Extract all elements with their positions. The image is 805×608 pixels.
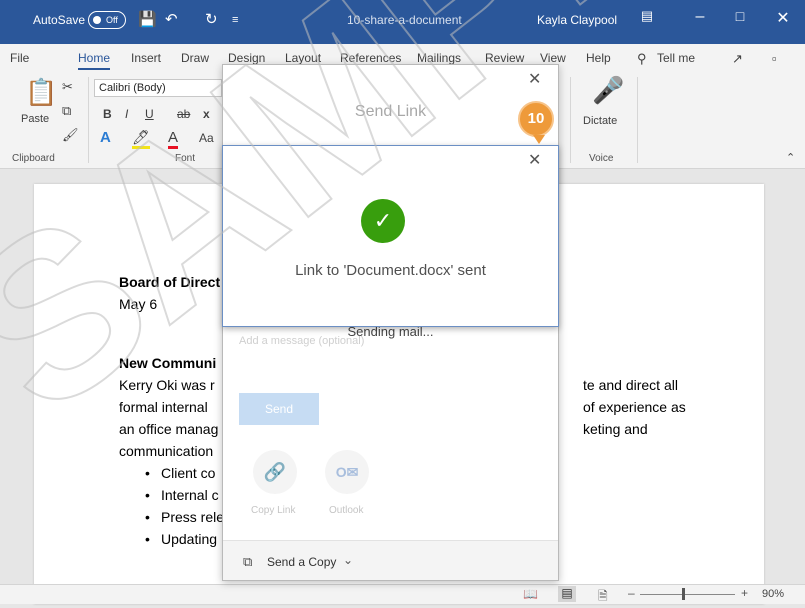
customize-qat-icon[interactable]: ≡	[232, 10, 238, 30]
close-icon[interactable]: ✕	[528, 150, 541, 170]
doc-bullet-item: Internal c	[145, 484, 218, 506]
ribbon-display-icon[interactable]: ▤	[632, 8, 662, 24]
checkmark-icon: ✓	[361, 199, 405, 243]
tab-draw[interactable]: Draw	[181, 51, 209, 65]
zoom-slider-thumb[interactable]	[682, 588, 685, 600]
minimize-button[interactable]: –	[685, 8, 715, 26]
doc-bullet-item: Updating	[145, 528, 217, 550]
clipboard-group-label: Clipboard	[12, 153, 55, 164]
doc-heading: Board of Direct	[119, 274, 221, 290]
group-divider	[570, 77, 571, 163]
redo-icon[interactable]: ↻	[205, 10, 218, 30]
highlight-icon[interactable]: 🖊	[132, 129, 150, 149]
tab-mailings[interactable]: Mailings	[417, 51, 461, 65]
chevron-down-icon[interactable]: ⌄	[343, 553, 353, 567]
share-icon[interactable]: ↗	[732, 51, 743, 67]
close-window-button[interactable]: ✕	[768, 8, 798, 28]
doc-paragraph-line: of experience as	[583, 399, 686, 415]
step-badge: 10	[518, 101, 554, 144]
undo-icon[interactable]: ↶	[165, 10, 178, 30]
tab-help[interactable]: Help	[586, 51, 611, 65]
tell-me-search[interactable]: Tell me	[657, 51, 695, 65]
group-divider	[88, 77, 89, 163]
bold-button[interactable]: B	[103, 107, 112, 121]
document-copy-icon: ⧉	[243, 554, 253, 569]
link-icon[interactable]: 🔗	[253, 450, 297, 494]
group-divider	[637, 77, 638, 163]
send-link-header: Send Link	[354, 103, 427, 120]
change-case-button[interactable]: Aa	[199, 131, 214, 145]
send-button[interactable]: Send	[239, 393, 319, 425]
comments-icon[interactable]: ▫	[772, 51, 777, 66]
format-painter-icon[interactable]: 🖌	[62, 127, 79, 143]
paste-label[interactable]: Paste	[21, 113, 49, 125]
font-name-box[interactable]: Calibri (Body)	[94, 79, 222, 97]
text-effects-icon[interactable]: A	[100, 129, 111, 146]
underline-button[interactable]: U	[145, 107, 154, 121]
message-input[interactable]: Add a message (optional)	[239, 335, 364, 347]
doc-bullet-item: Press rele	[145, 506, 224, 528]
autosave-label: AutoSave	[33, 13, 86, 27]
read-mode-icon[interactable]: 📖	[523, 587, 538, 601]
confirmation-message: Link to 'Document.docx' sent	[295, 262, 486, 279]
tab-references[interactable]: References	[340, 51, 401, 65]
dictate-label[interactable]: Dictate	[583, 115, 617, 127]
title-bar: AutoSave Off 💾 ↶ ↻ ≡ 10-share-a-document…	[0, 0, 805, 44]
close-icon[interactable]: ✕	[528, 69, 541, 89]
status-bar: 📖 ▤ 🗎 – + 90%	[0, 584, 805, 604]
collapse-ribbon-icon[interactable]: ⌃	[786, 151, 795, 164]
zoom-out-button[interactable]: –	[628, 586, 635, 600]
tab-view[interactable]: View	[540, 51, 566, 65]
tab-review[interactable]: Review	[485, 51, 524, 65]
send-copy-bar[interactable]: ⧉ Send a Copy ⌄	[223, 540, 558, 580]
tab-insert[interactable]: Insert	[131, 51, 161, 65]
user-name[interactable]: Kayla Claypool	[537, 13, 617, 27]
doc-paragraph-line: communication	[119, 443, 214, 459]
doc-date: May 6	[119, 296, 158, 312]
doc-section-heading: New Communi	[119, 355, 217, 371]
doc-paragraph-line: formal internal	[119, 399, 208, 415]
save-icon[interactable]: 💾	[138, 10, 157, 30]
outlook-label[interactable]: Outlook	[329, 505, 363, 516]
copy-link-label[interactable]: Copy Link	[251, 505, 295, 516]
doc-bullet-item: Client co	[145, 462, 216, 484]
tab-file[interactable]: File	[10, 51, 29, 65]
tab-home[interactable]: Home	[78, 51, 111, 70]
send-copy-label[interactable]: Send a Copy	[267, 555, 336, 569]
web-layout-icon[interactable]: 🗎	[598, 587, 608, 608]
zoom-slider-track[interactable]	[640, 594, 735, 595]
italic-button[interactable]: I	[125, 107, 128, 121]
maximize-button[interactable]: □	[725, 8, 755, 24]
doc-paragraph-line: keting and	[583, 421, 648, 437]
outlook-icon[interactable]: O✉	[325, 450, 369, 494]
search-icon[interactable]: ⚲	[637, 51, 647, 67]
zoom-in-button[interactable]: +	[741, 586, 748, 600]
zoom-level[interactable]: 90%	[762, 588, 784, 600]
tab-layout[interactable]: Layout	[285, 51, 321, 65]
paste-icon[interactable]: 📋	[25, 77, 57, 108]
cut-icon[interactable]: ✂	[62, 79, 73, 95]
document-title: 10-share-a-document	[347, 13, 462, 27]
doc-paragraph-line: an office manag	[119, 421, 219, 437]
copy-icon[interactable]: ⧉	[62, 103, 71, 119]
subscript-button[interactable]: x	[203, 107, 210, 121]
font-group-label: Font	[175, 153, 196, 164]
autosave-toggle[interactable]: Off	[88, 11, 126, 29]
print-layout-icon[interactable]: ▤	[558, 586, 576, 602]
tab-design[interactable]: Design	[228, 51, 265, 65]
microphone-icon[interactable]: 🎤	[592, 75, 624, 106]
doc-paragraph-line: te and direct all	[583, 377, 678, 393]
font-color-icon[interactable]: A	[168, 129, 179, 149]
strikethrough-button[interactable]: ab	[177, 107, 190, 121]
doc-paragraph-line: Kerry Oki was r	[119, 377, 215, 393]
voice-group-label: Voice	[589, 153, 614, 164]
